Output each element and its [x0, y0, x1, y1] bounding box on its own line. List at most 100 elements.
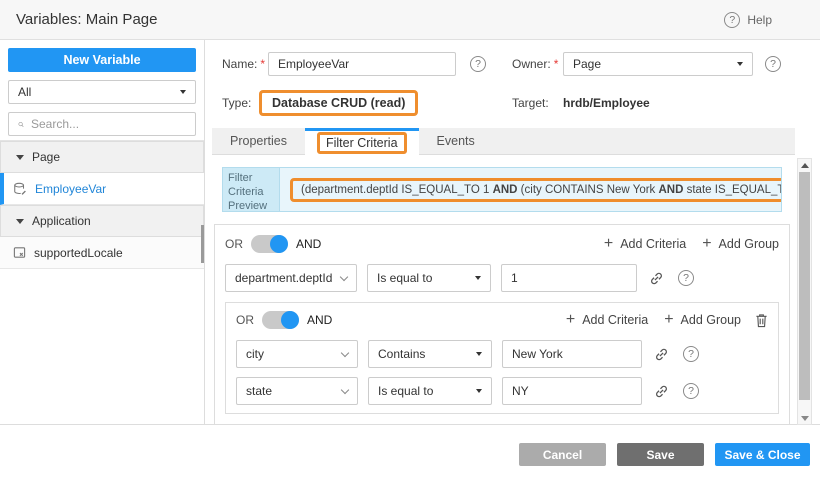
plus-icon: + [702, 236, 711, 252]
owner-help-icon[interactable]: ? [765, 56, 781, 72]
scroll-up-arrow[interactable] [798, 159, 811, 171]
collapse-caret-icon[interactable] [16, 219, 24, 224]
field-select-value: department.deptId [235, 271, 332, 285]
chevron-down-icon [341, 385, 349, 393]
bind-link-icon[interactable] [654, 384, 669, 399]
value-input[interactable] [501, 264, 637, 292]
tab-label: Events [437, 134, 475, 148]
variable-filter-value: All [18, 85, 31, 99]
chevron-down-icon [180, 90, 186, 94]
criteria-row: city Contains ? [236, 340, 768, 368]
criteria-help-icon[interactable]: ? [678, 270, 694, 286]
tab-events[interactable]: Events [419, 128, 493, 154]
condition-select-value: Is equal to [378, 384, 433, 398]
add-group-button[interactable]: Add Group [681, 313, 741, 327]
value-input[interactable] [502, 340, 642, 368]
required-marker: * [554, 57, 559, 71]
search-icon [18, 118, 24, 131]
field-select-value: state [246, 384, 272, 398]
database-variable-icon [13, 182, 27, 196]
collapse-caret-icon[interactable] [16, 155, 24, 160]
save-button[interactable]: Save [617, 443, 704, 466]
criteria-row: department.deptId Is equal to ? [225, 264, 779, 292]
add-group-button[interactable]: Add Group [719, 237, 779, 251]
bind-link-icon[interactable] [654, 347, 669, 362]
tree-item-supportedlocale[interactable]: supportedLocale [0, 237, 204, 269]
toggle-knob [270, 235, 288, 253]
bind-link-icon[interactable] [649, 271, 664, 286]
sidebar-scrollbar-thumb[interactable] [201, 225, 204, 263]
add-criteria-button[interactable]: Add Criteria [582, 313, 648, 327]
tree-item-label: EmployeeVar [35, 182, 106, 196]
or-and-toggle[interactable] [251, 235, 288, 253]
value-input[interactable] [502, 377, 642, 405]
scroll-down-arrow[interactable] [798, 412, 811, 424]
nested-group-toolbar: OR AND + Add Criteria + Add Group [236, 309, 768, 331]
owner-select[interactable]: Page [563, 52, 753, 76]
condition-select[interactable]: Contains [368, 340, 492, 368]
dropdown-arrow-icon [475, 276, 481, 280]
variable-filter-select[interactable]: All [8, 80, 196, 104]
tab-label-highlighted: Filter Criteria [317, 132, 407, 154]
or-label: OR [236, 313, 254, 327]
help-icon: ? [724, 12, 740, 28]
search-input[interactable] [31, 117, 186, 131]
criteria-help-icon[interactable]: ? [683, 346, 699, 362]
tree-group-label: Page [32, 150, 60, 164]
target-label: Target: [512, 96, 549, 110]
variables-tree: Page EmployeeVar Application supportedLo… [0, 140, 204, 269]
plus-icon: + [604, 236, 613, 252]
condition-select-value: Is equal to [377, 271, 432, 285]
editor-tabs: Properties Filter Criteria Events [212, 128, 795, 155]
plus-icon: + [566, 312, 575, 328]
name-input[interactable] [268, 52, 456, 76]
variable-editor-panel: Name: * ? Owner: * Page ? Type: Database… [205, 40, 820, 425]
toggle-knob [281, 311, 299, 329]
tree-group-label: Application [32, 214, 91, 228]
dialog-footer: Cancel Save Save & Close [0, 425, 820, 484]
chevron-down-icon [341, 348, 349, 356]
criteria-group-outer: OR AND + Add Criteria + Add Group depart… [214, 224, 790, 424]
scrollbar-thumb[interactable] [799, 172, 810, 400]
required-marker: * [260, 57, 265, 71]
filter-criteria-tab-content: Filter Criteria Preview (department.dept… [212, 155, 792, 424]
add-criteria-button[interactable]: Add Criteria [620, 237, 686, 251]
save-and-close-button[interactable]: Save & Close [715, 443, 810, 466]
preview-label: Filter Criteria Preview [223, 168, 280, 211]
page-title: Variables: Main Page [0, 11, 157, 28]
page-header: Variables: Main Page ? Help [0, 0, 820, 40]
field-select-value: city [246, 347, 264, 361]
condition-select[interactable]: Is equal to [368, 377, 492, 405]
field-select[interactable]: state [236, 377, 358, 405]
criteria-help-icon[interactable]: ? [683, 383, 699, 399]
or-and-toggle[interactable] [262, 311, 299, 329]
content-scrollbar[interactable] [797, 158, 812, 425]
new-variable-button[interactable]: New Variable [8, 48, 196, 72]
and-label: AND [296, 237, 321, 251]
preview-body: (department.deptId IS_EQUAL_TO 1 AND (ci… [280, 168, 781, 211]
type-label: Type: [222, 96, 251, 110]
outer-group-toolbar: OR AND + Add Criteria + Add Group [225, 233, 779, 255]
or-label: OR [225, 237, 243, 251]
condition-select[interactable]: Is equal to [367, 264, 491, 292]
chevron-down-icon [340, 272, 348, 280]
tree-item-employeevar[interactable]: EmployeeVar [0, 173, 204, 205]
locale-variable-icon [13, 246, 26, 259]
tab-properties[interactable]: Properties [212, 128, 305, 154]
field-select[interactable]: department.deptId [225, 264, 357, 292]
owner-select-value: Page [573, 57, 601, 71]
help-button[interactable]: ? Help [724, 12, 772, 28]
field-select[interactable]: city [236, 340, 358, 368]
and-label: AND [307, 313, 332, 327]
cancel-button[interactable]: Cancel [519, 443, 606, 466]
filter-criteria-preview: Filter Criteria Preview (department.dept… [222, 167, 782, 212]
tree-group-application[interactable]: Application [0, 205, 204, 237]
variables-sidebar: New Variable All Page EmployeeVar Applic… [0, 40, 205, 425]
criteria-row: state Is equal to [236, 377, 768, 405]
name-help-icon[interactable]: ? [470, 56, 486, 72]
preview-expression-highlighted: (department.deptId IS_EQUAL_TO 1 AND (ci… [290, 178, 781, 202]
tab-filter-criteria[interactable]: Filter Criteria [305, 128, 419, 155]
tree-group-page[interactable]: Page [0, 141, 204, 173]
tab-label: Properties [230, 134, 287, 148]
delete-group-icon[interactable] [755, 313, 768, 328]
